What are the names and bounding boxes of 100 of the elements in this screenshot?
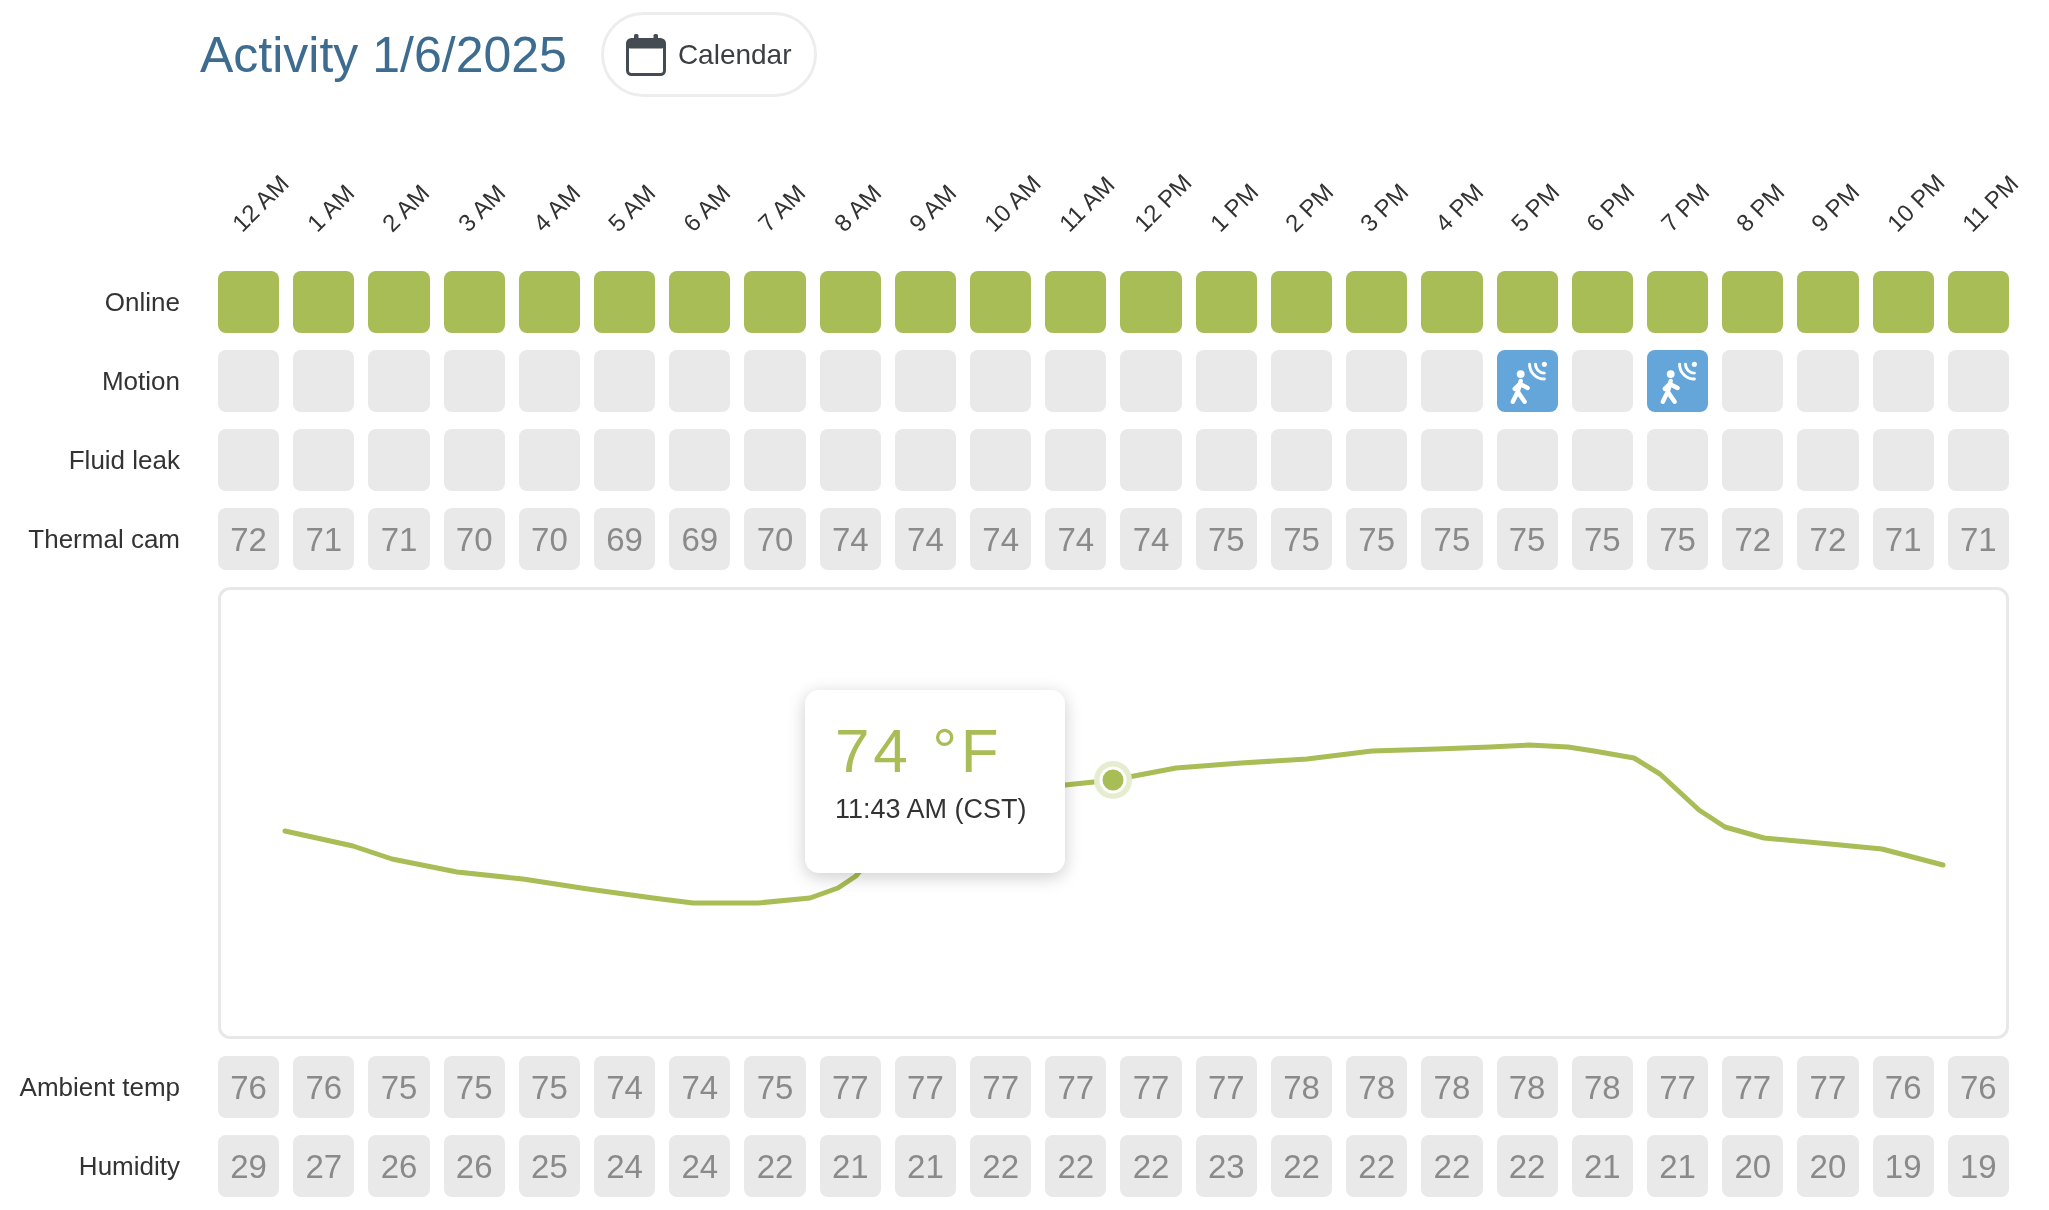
hour-label: 11 PM [1957, 171, 2023, 236]
reading-cell: 78 [1421, 1056, 1483, 1118]
reading-cell: 75 [368, 1056, 430, 1118]
reading-cell: 75 [1270, 508, 1333, 570]
hour-label: 11 AM [1055, 172, 1120, 236]
reading-cell: 71 [293, 508, 355, 570]
row-label: Thermal cam [28, 526, 180, 552]
reading-cell: 22 [970, 1135, 1032, 1197]
reading-cell: 29 [218, 1135, 280, 1197]
reading-cell: 20 [1797, 1135, 1859, 1197]
reading-cell: 22 [1346, 1135, 1408, 1197]
reading-cell: 27 [293, 1135, 355, 1197]
hour-label: 10 PM [1882, 169, 1949, 236]
reading-cell: 23 [1195, 1135, 1257, 1197]
reading-cell: 74 [970, 508, 1032, 570]
hour-label: 3 PM [1356, 179, 1413, 236]
reading-cell: 72 [1722, 508, 1784, 570]
reading-cell: 76 [1872, 1056, 1934, 1118]
reading-cell: 78 [1346, 1056, 1408, 1118]
reading-cell: 69 [669, 508, 731, 570]
reading-cell: 22 [1421, 1135, 1483, 1197]
row-label: Humidity [78, 1153, 180, 1179]
reading-cell: 69 [594, 508, 656, 570]
reading-cell: 78 [1571, 1056, 1633, 1118]
reading-cell: 74 [819, 508, 881, 570]
reading-cell: 21 [894, 1135, 957, 1197]
hour-label: 12 AM [228, 170, 294, 236]
reading-cell: 19 [1947, 1135, 2009, 1197]
tooltip-value: 74 °F [835, 720, 1003, 782]
hour-label: 12 PM [1130, 169, 1197, 236]
reading-cell: 76 [293, 1056, 355, 1118]
row-label: Fluid leak [68, 447, 180, 473]
reading-cell: 26 [443, 1135, 505, 1197]
reading-cell: 22 [744, 1135, 806, 1197]
point-marker-icon [1094, 761, 1132, 799]
reading-cell: 21 [819, 1135, 881, 1197]
reading-cell: 70 [443, 508, 505, 570]
hour-label: 5 AM [604, 180, 660, 236]
hour-label: 7 AM [754, 180, 811, 236]
reading-cell: 77 [1120, 1056, 1182, 1118]
hour-label: 8 AM [829, 180, 886, 236]
reading-cell: 21 [1646, 1135, 1709, 1197]
reading-cell: 75 [1571, 508, 1633, 570]
hour-label: 6 AM [679, 180, 735, 236]
hour-label: 7 PM [1657, 179, 1714, 236]
reading-cell: 26 [368, 1135, 430, 1197]
hour-label: 4 PM [1431, 179, 1488, 236]
reading-cell: 22 [1496, 1135, 1558, 1197]
reading-cell: 77 [1722, 1056, 1784, 1118]
reading-cell: 74 [894, 508, 957, 570]
hour-label: 2 PM [1280, 179, 1338, 236]
reading-cell: 74 [1045, 508, 1107, 570]
row-label: Motion [101, 368, 180, 394]
reading-cell: 77 [894, 1056, 957, 1118]
reading-cell: 75 [518, 1056, 581, 1118]
calendar-button[interactable]: Calendar [600, 12, 817, 97]
hour-label: 1 AM [303, 180, 359, 236]
reading-cell: 24 [594, 1135, 656, 1197]
reading-cell: 20 [1722, 1135, 1784, 1197]
reading-cell: 75 [1496, 508, 1558, 570]
reading-cell: 72 [1797, 508, 1859, 570]
hour-label: 3 AM [453, 180, 510, 236]
reading-cell: 70 [518, 508, 581, 570]
hour-label: 9 AM [904, 180, 961, 236]
reading-cell: 74 [594, 1056, 656, 1118]
hour-label: 8 PM [1732, 179, 1789, 236]
reading-cell: 21 [1571, 1135, 1633, 1197]
hour-label: 5 PM [1506, 179, 1564, 236]
reading-cell: 19 [1872, 1135, 1934, 1197]
reading-cell: 78 [1496, 1056, 1558, 1118]
tooltip-time: 11:43 AM (CST) [835, 796, 1027, 823]
reading-cell: 76 [1947, 1056, 2009, 1118]
hour-label: 9 PM [1807, 179, 1864, 236]
row-label: Online [104, 289, 180, 315]
reading-cell: 22 [1120, 1135, 1182, 1197]
reading-cell: 77 [819, 1056, 881, 1118]
hour-label: 6 PM [1581, 179, 1639, 236]
hour-label: 2 AM [378, 180, 435, 236]
reading-cell: 77 [1195, 1056, 1257, 1118]
reading-cell: 75 [1195, 508, 1257, 570]
reading-cell: 71 [368, 508, 430, 570]
reading-cell: 24 [669, 1135, 731, 1197]
reading-cell: 25 [518, 1135, 581, 1197]
hour-label: 10 AM [980, 170, 1046, 236]
reading-cell: 77 [970, 1056, 1032, 1118]
hour-label: 1 PM [1205, 179, 1263, 236]
page-title: Activity 1/6/2025 [200, 29, 567, 80]
reading-cell: 22 [1045, 1135, 1107, 1197]
reading-cell: 77 [1797, 1056, 1859, 1118]
reading-cell: 78 [1270, 1056, 1333, 1118]
reading-cell: 22 [1270, 1135, 1333, 1197]
reading-cell: 75 [1421, 508, 1483, 570]
hour-label: 4 AM [528, 180, 585, 236]
row-label: Ambient temp [19, 1074, 180, 1100]
reading-cell: 77 [1646, 1056, 1709, 1118]
reading-cell: 75 [443, 1056, 505, 1118]
reading-cell: 77 [1045, 1056, 1107, 1118]
reading-cell: 71 [1872, 508, 1934, 570]
reading-cell: 74 [1120, 508, 1182, 570]
reading-cell: 76 [218, 1056, 280, 1118]
